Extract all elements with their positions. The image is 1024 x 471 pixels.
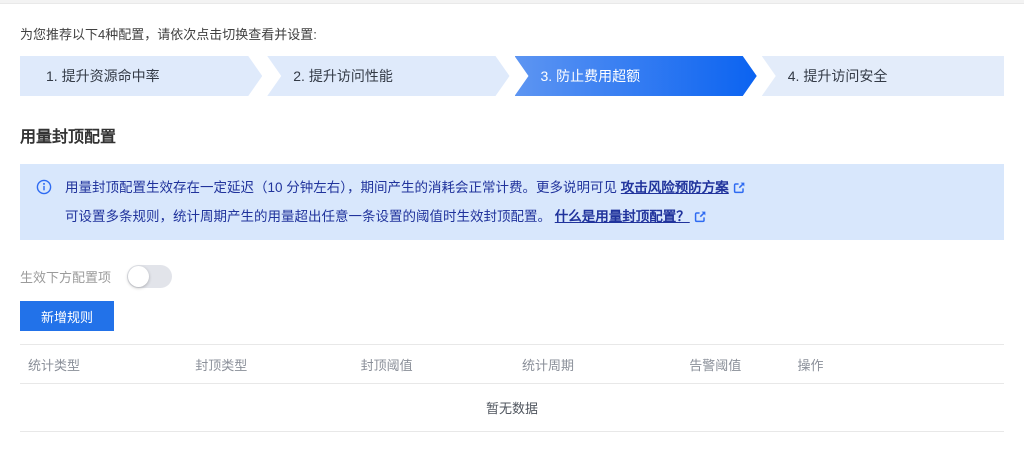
table-header-row: 统计类型 封顶类型 封顶阈值 统计周期 告警阈值 操作 bbox=[20, 344, 1004, 384]
step-label: 3. 防止费用超额 bbox=[541, 66, 641, 86]
what-is-usage-cap-link[interactable]: 什么是用量封顶配置？ bbox=[555, 209, 690, 224]
col-header-stat-type: 统计类型 bbox=[20, 355, 187, 374]
step-tab-improve-hit-rate[interactable]: 1. 提升资源命中率 bbox=[20, 56, 262, 96]
usage-cap-rules-table: 统计类型 封顶类型 封顶阈值 统计周期 告警阈值 操作 暂无数据 bbox=[20, 344, 1004, 432]
banner-line2-text: 可设置多条规则，统计周期产生的用量超出任意一条设置的阈值时生效封顶配置。 bbox=[65, 209, 555, 224]
step-label: 4. 提升访问安全 bbox=[788, 66, 888, 86]
enable-config-label: 生效下方配置项 bbox=[20, 267, 111, 286]
table-empty-state: 暂无数据 bbox=[20, 384, 1004, 432]
step-tab-improve-performance[interactable]: 2. 提升访问性能 bbox=[267, 56, 509, 96]
attack-risk-plan-link[interactable]: 攻击风险预防方案 bbox=[621, 180, 729, 195]
step-tab-improve-security[interactable]: 4. 提升访问安全 bbox=[762, 56, 1004, 96]
enable-config-row: 生效下方配置项 bbox=[20, 264, 1004, 288]
config-step-wizard: 1. 提升资源命中率 2. 提升访问性能 3. 防止费用超额 4. 提升访问安全 bbox=[20, 56, 1004, 96]
enable-config-toggle[interactable] bbox=[127, 265, 172, 288]
recommendation-intro-text: 为您推荐以下4种配置，请依次点击切换查看并设置: bbox=[20, 25, 1004, 44]
banner-text-block: 用量封顶配置生效存在一定延迟（10 分钟左右），期间产生的消耗会正常计费。更多说… bbox=[65, 173, 746, 231]
col-header-cap-type: 封顶类型 bbox=[187, 355, 352, 374]
toggle-knob bbox=[128, 266, 149, 287]
info-banner: 用量封顶配置生效存在一定延迟（10 分钟左右），期间产生的消耗会正常计费。更多说… bbox=[20, 164, 1004, 240]
usage-cap-panel: 为您推荐以下4种配置，请依次点击切换查看并设置: 1. 提升资源命中率 2. 提… bbox=[0, 25, 1024, 432]
add-rule-button[interactable]: 新增规则 bbox=[20, 301, 114, 331]
banner-line-2: 可设置多条规则，统计周期产生的用量超出任意一条设置的阈值时生效封顶配置。 什么是… bbox=[65, 202, 746, 231]
step-label: 1. 提升资源命中率 bbox=[46, 66, 160, 86]
col-header-actions: 操作 bbox=[789, 355, 1004, 374]
external-link-icon bbox=[733, 181, 746, 194]
section-title-usage-cap: 用量封顶配置 bbox=[20, 127, 1004, 149]
info-circle-icon bbox=[36, 179, 52, 195]
external-link-icon bbox=[694, 210, 707, 223]
step-label: 2. 提升访问性能 bbox=[293, 66, 393, 86]
col-header-stat-period: 统计周期 bbox=[514, 355, 681, 374]
col-header-cap-threshold: 封顶阈值 bbox=[353, 355, 514, 374]
top-panel-edge bbox=[0, 0, 1024, 4]
step-tab-prevent-cost-overrun[interactable]: 3. 防止费用超额 bbox=[515, 56, 757, 96]
banner-line1-text: 用量封顶配置生效存在一定延迟（10 分钟左右），期间产生的消耗会正常计费。更多说… bbox=[65, 180, 621, 195]
col-header-alarm-threshold: 告警阈值 bbox=[681, 355, 789, 374]
banner-line-1: 用量封顶配置生效存在一定延迟（10 分钟左右），期间产生的消耗会正常计费。更多说… bbox=[65, 173, 746, 202]
